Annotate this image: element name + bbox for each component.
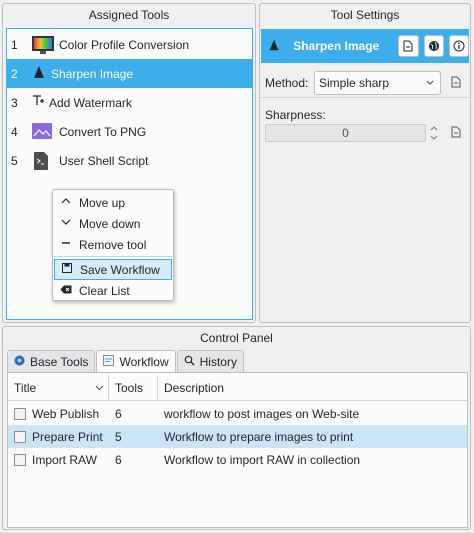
spin-arrows-icon <box>430 126 438 140</box>
save-icon <box>60 263 74 276</box>
menu-item-remove-tool[interactable]: Remove tool <box>54 234 172 255</box>
row-title-cell: Prepare Print <box>8 430 109 444</box>
reset-method-icon[interactable] <box>449 76 463 90</box>
tab-label: Workflow <box>119 355 169 369</box>
chevron-down-icon <box>59 218 73 229</box>
row-tools: 6 <box>115 406 122 421</box>
shell-script-icon <box>31 151 57 171</box>
column-header-tools[interactable]: Tools <box>109 374 158 401</box>
column-header-label: Description <box>164 380 225 395</box>
tool-settings-panel: Tool Settings Sharpen Image Method: Simp… <box>259 3 471 323</box>
tab-label: History <box>199 354 237 369</box>
workflow-icon <box>14 407 26 420</box>
tool-number: 5 <box>11 153 18 168</box>
menu-item-label: Clear List <box>79 283 130 298</box>
column-header-label: Title <box>14 380 37 395</box>
tool-item-add-watermark[interactable]: 3 Add Watermark <box>7 88 252 117</box>
tool-label: User Shell Script <box>59 153 149 168</box>
tool-number: 4 <box>11 124 18 139</box>
tool-number: 3 <box>11 95 18 110</box>
tool-label: Add Watermark <box>49 95 132 110</box>
tool-label: Color Profile Conversion <box>59 37 190 52</box>
method-select-value: Simple sharp <box>319 76 390 90</box>
row-tools: 5 <box>115 429 122 444</box>
tab-workflow[interactable]: Workflow <box>96 350 176 373</box>
sharpness-label: Sharpness: <box>265 108 326 122</box>
workflow-icon <box>14 430 26 443</box>
tool-item-convert-png[interactable]: 4 Convert To PNG <box>7 117 252 146</box>
method-row: Method: Simple sharp <box>261 66 469 98</box>
control-panel-title: Control Panel <box>200 331 273 345</box>
menu-item-label: Remove tool <box>79 237 147 252</box>
row-title-cell: Import RAW <box>8 453 109 467</box>
tool-label: Convert To PNG <box>59 124 147 139</box>
watermark-icon <box>31 93 47 113</box>
menu-item-save-workflow[interactable]: Save Workflow <box>54 259 172 280</box>
workflow-icon <box>14 453 26 466</box>
workflow-icon <box>103 355 115 369</box>
assigned-tools-title: Assigned Tools <box>88 8 170 22</box>
menu-item-move-up[interactable]: Move up <box>54 192 172 213</box>
row-title: Web Publish <box>32 406 100 421</box>
tool-settings-header: Sharpen Image <box>261 29 469 63</box>
tool-item-sharpen-image[interactable]: 2 Sharpen Image <box>7 59 252 88</box>
row-description: Workflow to import RAW in collection <box>164 452 361 467</box>
globe-icon <box>428 41 439 51</box>
row-description: workflow to post images on Web-site <box>164 406 360 421</box>
base-tools-icon <box>14 355 25 369</box>
method-select[interactable]: Simple sharp <box>314 71 441 95</box>
assigned-tools-panel: Assigned Tools 1 Color Profile Conversio… <box>2 3 256 323</box>
png-convert-icon <box>31 122 57 142</box>
document-icon <box>403 40 413 52</box>
sharpen-icon <box>31 64 49 84</box>
web-help-button[interactable] <box>423 35 444 57</box>
column-header-label: Tools <box>115 380 144 395</box>
workflow-table: Title Tools Description Web Publish 6 wo… <box>7 372 468 528</box>
row-description: Workflow to prepare images to print <box>164 429 354 444</box>
menu-item-label: Save Workflow <box>80 262 160 277</box>
tool-number: 2 <box>11 66 18 81</box>
tool-settings-title: Tool Settings <box>330 8 400 22</box>
context-menu: Move up Move down Remove tool Save Workf… <box>52 189 174 301</box>
color-profile-icon <box>31 35 57 55</box>
chevron-down-icon <box>425 72 435 103</box>
menu-item-clear-list[interactable]: Clear List <box>54 280 172 301</box>
menu-item-label: Move down <box>79 216 141 231</box>
tab-base-tools[interactable]: Base Tools <box>7 350 96 372</box>
table-header: Title Tools Description <box>8 374 467 401</box>
column-header-title[interactable]: Title <box>8 374 109 401</box>
tool-item-color-profile[interactable]: 1 Color Profile Conversion <box>7 30 252 59</box>
row-title: Prepare Print <box>32 429 103 444</box>
sharpness-input[interactable]: 0 <box>265 124 426 142</box>
tool-label: Sharpen Image <box>51 66 134 81</box>
table-row[interactable]: Web Publish 6 workflow to post images on… <box>8 402 467 425</box>
sharpen-icon <box>267 38 285 55</box>
clear-icon <box>59 285 73 297</box>
tab-label: Base Tools <box>30 354 89 369</box>
method-label: Method: <box>265 76 309 90</box>
table-row[interactable]: Prepare Print 5 Workflow to prepare imag… <box>8 425 467 448</box>
tab-history[interactable]: History <box>176 350 244 372</box>
info-button[interactable] <box>448 35 469 57</box>
sharpness-spinner[interactable] <box>428 124 440 144</box>
export-settings-button[interactable] <box>398 35 419 57</box>
minus-icon <box>59 239 73 250</box>
tool-number: 1 <box>11 37 18 52</box>
tool-item-shell-script[interactable]: 5 User Shell Script <box>7 146 252 175</box>
info-icon <box>453 40 465 52</box>
chevron-up-icon <box>59 197 73 208</box>
row-title: Import RAW <box>32 452 97 467</box>
tool-settings-header-title: Sharpen Image <box>293 39 380 53</box>
control-panel: Control Panel Base Tools Workflow Histor… <box>2 326 471 530</box>
row-title-cell: Web Publish <box>8 407 109 421</box>
control-panel-tabs: Base Tools Workflow History <box>7 350 245 373</box>
search-icon <box>184 355 195 369</box>
menu-item-label: Move up <box>79 195 126 210</box>
menu-item-move-down[interactable]: Move down <box>54 213 172 234</box>
row-tools: 6 <box>115 452 122 467</box>
column-header-description[interactable]: Description <box>158 375 467 401</box>
menu-separator <box>54 256 172 257</box>
reset-sharpness-icon[interactable] <box>449 126 463 140</box>
table-row[interactable]: Import RAW 6 Workflow to import RAW in c… <box>8 448 467 471</box>
